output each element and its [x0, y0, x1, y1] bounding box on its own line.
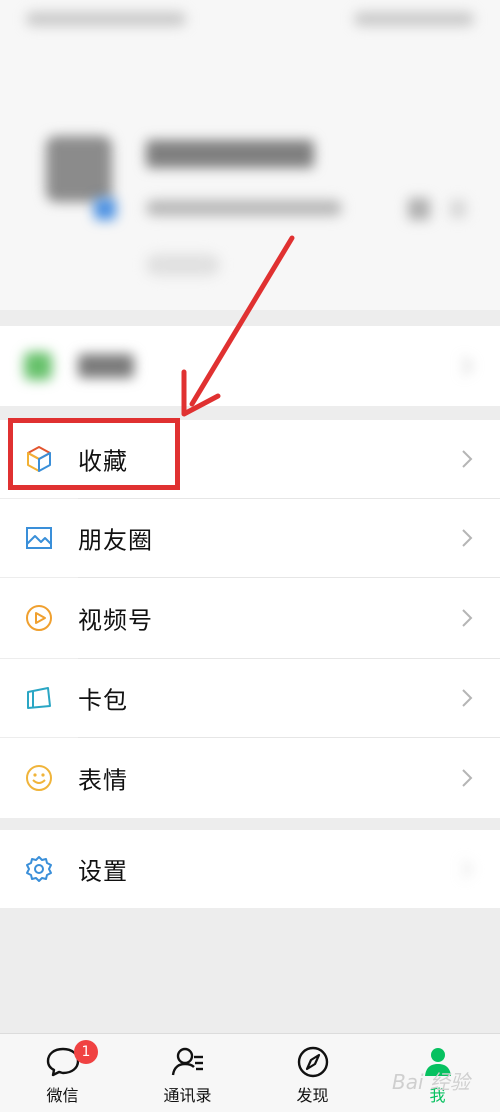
menu-item-label: 朋友圈: [78, 526, 153, 555]
menu-item-label: 卡包: [78, 686, 128, 715]
services-label-blurred: [78, 354, 134, 378]
menu-item-stickers[interactable]: 表情: [0, 738, 500, 818]
tab-discover[interactable]: 发现: [250, 1034, 375, 1112]
menu-item-cards[interactable]: 卡包: [0, 659, 500, 737]
image-icon: [26, 527, 52, 549]
chevron-right-icon: [462, 860, 473, 878]
gear-icon: [26, 856, 52, 882]
menu-item-settings[interactable]: 设置: [0, 830, 500, 908]
menu-item-moments[interactable]: 朋友圈: [0, 499, 500, 577]
menu-item-label: 表情: [78, 766, 128, 795]
tab-label: 通讯录: [163, 1086, 212, 1105]
unread-badge: 1: [74, 1040, 98, 1064]
menu-item-label: 视频号: [78, 606, 153, 635]
profile-id-blurred: [146, 200, 342, 216]
status-bar: [0, 0, 500, 40]
menu-item-channels[interactable]: 视频号: [0, 578, 500, 658]
tab-label: 微信: [46, 1086, 79, 1105]
chevron-right-icon: [462, 450, 473, 468]
avatar-badge: [94, 198, 116, 220]
status-bar-indicators-blurred: [354, 12, 474, 26]
tab-label: 发现: [296, 1086, 329, 1105]
status-bar-time-blurred: [26, 12, 186, 26]
qr-code-icon[interactable]: [408, 198, 430, 220]
tab-contacts[interactable]: 通讯录: [125, 1034, 250, 1112]
chevron-right-icon: [462, 689, 473, 707]
annotation-highlight-box: [8, 418, 180, 490]
tab-chats[interactable]: 1 微信: [0, 1034, 125, 1112]
play-circle-icon: [26, 605, 52, 631]
card-wallet-icon: [27, 687, 51, 709]
annotation-arrow: [181, 235, 295, 417]
menu-item-label: 设置: [78, 857, 128, 886]
chevron-right-icon: [462, 529, 473, 547]
watermark: Bai 经验: [392, 1070, 470, 1094]
services-icon: [24, 352, 52, 380]
avatar[interactable]: [46, 136, 112, 202]
chevron-right-icon: [462, 609, 473, 627]
chevron-right-icon: [462, 357, 473, 375]
contacts-icon: [171, 1047, 203, 1076]
chevron-right-icon: [462, 769, 473, 787]
chevron-right-icon: [450, 200, 466, 218]
profile-name-blurred: [146, 140, 314, 168]
compass-icon: [297, 1046, 328, 1078]
smiley-icon: [26, 765, 52, 791]
